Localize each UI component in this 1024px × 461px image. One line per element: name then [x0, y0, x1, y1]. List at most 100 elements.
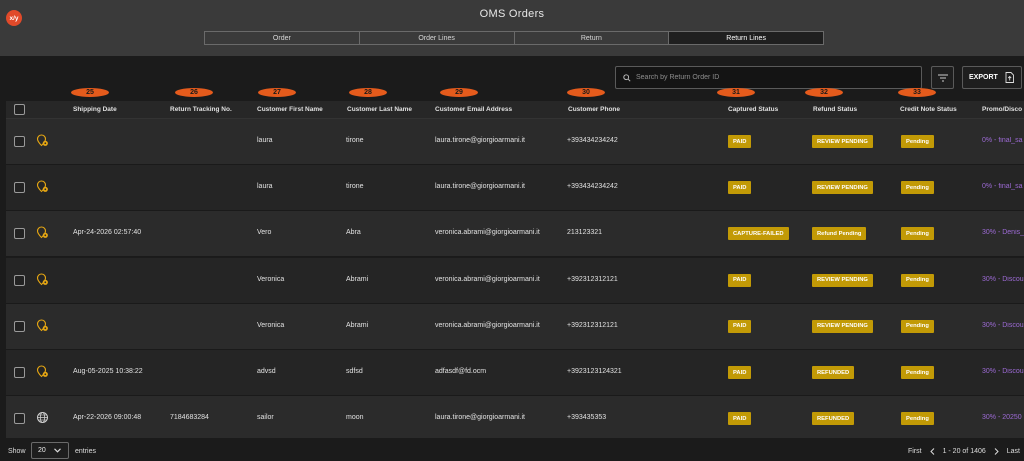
entries-label: entries — [75, 448, 97, 455]
cell-first-name: advsd — [257, 368, 276, 375]
cell-shipping-date: Aug-05-2025 10:38:22 — [73, 368, 143, 375]
cell-email: adfasdf@fd.ocm — [435, 368, 487, 375]
chevron-left-icon[interactable] — [929, 448, 935, 455]
table-row[interactable]: laura tirone laura.tirone@giorgioarmani.it… — [6, 119, 1024, 165]
cell-promo[interactable]: 30% - Discou — [982, 276, 1024, 283]
tab-order-lines[interactable]: Order Lines — [359, 32, 515, 44]
refund-status-badge: REFUNDED — [812, 412, 855, 426]
column-header-promo[interactable]: Promo/Disco — [982, 106, 1022, 113]
column-header-phone[interactable]: Customer Phone — [568, 106, 620, 113]
search-box[interactable] — [615, 66, 922, 89]
row-checkbox[interactable] — [14, 182, 25, 194]
cell-email: veronica.abrami@giorgioarmani.it — [435, 229, 540, 237]
column-marker: 31 — [717, 88, 755, 97]
column-header-email[interactable]: Customer Email Address — [435, 106, 512, 113]
location-pin-icon[interactable] — [36, 273, 49, 291]
table-row[interactable]: Aug-05-2025 10:38:22 advsd sdfsd adfasdf@fd… — [6, 350, 1024, 396]
column-marker: 33 — [898, 88, 936, 97]
cell-last-name: Abrami — [346, 275, 369, 283]
cell-phone: +393434234242 — [567, 183, 618, 191]
location-pin-icon[interactable] — [36, 134, 49, 152]
column-header-first-name[interactable]: Customer First Name — [257, 106, 323, 113]
column-header-return-tracking[interactable]: Return Tracking No. — [170, 106, 232, 113]
cell-phone: 213123321 — [567, 229, 603, 237]
cell-shipping-date: Apr-24-2026 02:57:40 — [73, 229, 142, 237]
first-page-link[interactable]: First — [908, 448, 922, 455]
cell-first-name: Veronica — [257, 275, 285, 283]
tab-order[interactable]: Order — [205, 32, 360, 44]
cell-promo[interactable]: 30% - Denis_ — [982, 229, 1024, 236]
cell-email: laura.tirone@giorgioarmani.it — [435, 414, 525, 422]
file-export-icon — [1005, 72, 1014, 83]
row-checkbox[interactable] — [14, 413, 25, 425]
cell-first-name: Vero — [257, 229, 272, 237]
select-all-checkbox[interactable] — [14, 104, 25, 115]
page-range-text: 1 - 20 of 1406 — [942, 448, 986, 455]
column-header-shipping-date[interactable]: Shipping Date — [73, 106, 117, 113]
column-header-captured-status[interactable]: Captured Status — [728, 106, 778, 113]
cell-shipping-date: Apr-22-2026 09:00:48 — [73, 414, 142, 422]
location-pin-icon[interactable] — [36, 226, 49, 244]
tab-return[interactable]: Return — [514, 32, 670, 44]
export-button[interactable]: EXPORT — [962, 66, 1022, 89]
refund-status-badge: REFUNDED — [812, 366, 855, 379]
refund-status-badge: REVIEW PENDING — [812, 135, 873, 148]
table-row[interactable]: laura tirone laura.tirone@giorgioarmani.it… — [6, 165, 1024, 212]
row-checkbox[interactable] — [14, 136, 25, 147]
column-marker: 25 — [71, 88, 109, 97]
cell-phone: +393435353 — [567, 414, 607, 422]
location-pin-icon[interactable] — [36, 365, 49, 383]
credit-note-status-badge: Pending — [901, 273, 934, 287]
cell-promo[interactable]: 30% - 20250 — [982, 414, 1024, 421]
cell-last-name: sdfsd — [346, 368, 363, 375]
globe-icon[interactable] — [36, 411, 49, 429]
cell-last-name: Abra — [346, 229, 361, 237]
refund-status-badge: REVIEW PENDING — [812, 273, 873, 287]
column-header-last-name[interactable]: Customer Last Name — [347, 106, 412, 113]
chevron-down-icon — [53, 448, 61, 453]
credit-note-status-badge: Pending — [901, 366, 934, 379]
tab-bar: Order Order Lines Return Return Lines — [204, 31, 824, 45]
credit-note-status-badge: Pending — [901, 412, 934, 426]
table-row[interactable]: Apr-22-2026 09:00:48 7184683284 sailor moon… — [6, 396, 1024, 443]
column-header-credit-note-status[interactable]: Credit Note Status — [900, 106, 957, 113]
location-pin-icon[interactable] — [36, 180, 49, 198]
table-row[interactable]: Apr-24-2026 02:57:40 Vero Abra veronica.abr… — [6, 211, 1024, 258]
cell-promo[interactable]: 30% - Discou — [982, 322, 1024, 329]
cell-phone: +392312312121 — [567, 321, 618, 329]
row-checkbox[interactable] — [14, 320, 25, 332]
table-row[interactable]: Veronica Abrami veronica.abrami@giorgioarm… — [6, 257, 1024, 304]
cell-email: veronica.abrami@giorgioarmani.it — [435, 321, 540, 329]
credit-note-status-badge: Pending — [901, 181, 934, 195]
refund-status-badge: REVIEW PENDING — [812, 319, 873, 333]
column-marker: 30 — [567, 88, 605, 97]
search-icon — [623, 73, 631, 82]
chevron-right-icon[interactable] — [994, 448, 999, 455]
column-marker: 26 — [175, 88, 213, 97]
row-checkbox[interactable] — [14, 228, 25, 240]
tab-return-lines[interactable]: Return Lines — [669, 32, 823, 44]
cell-phone: +392312312121 — [567, 275, 618, 283]
row-checkbox[interactable] — [14, 274, 25, 286]
cell-promo[interactable]: 0% - final_sa — [982, 183, 1024, 190]
table-footer: Show 20 entries First 1 - 20 of 1406 Las… — [0, 438, 1024, 461]
page-title: OMS Orders — [479, 8, 545, 20]
cell-last-name: Abrami — [346, 321, 369, 329]
page-size-select[interactable]: 20 — [31, 442, 69, 459]
filter-button[interactable] — [931, 66, 954, 89]
cell-promo[interactable]: 0% - final_sa — [982, 137, 1024, 144]
captured-status-badge: PAID — [728, 135, 752, 148]
cell-first-name: laura — [257, 137, 273, 144]
row-checkbox[interactable] — [14, 367, 25, 378]
cell-email: laura.tirone@giorgioarmani.it — [435, 183, 525, 191]
search-input[interactable] — [636, 74, 906, 81]
column-marker: 32 — [805, 88, 843, 97]
page-size-value: 20 — [38, 447, 46, 454]
column-header-refund-status[interactable]: Refund Status — [813, 106, 857, 113]
table-row[interactable]: Veronica Abrami veronica.abrami@giorgioarm… — [6, 303, 1024, 350]
column-marker: 28 — [349, 88, 387, 97]
captured-status-badge: PAID — [728, 181, 752, 195]
location-pin-icon[interactable] — [36, 319, 49, 337]
cell-promo[interactable]: 30% - Discou — [982, 368, 1024, 375]
last-page-link[interactable]: Last — [1007, 448, 1020, 455]
